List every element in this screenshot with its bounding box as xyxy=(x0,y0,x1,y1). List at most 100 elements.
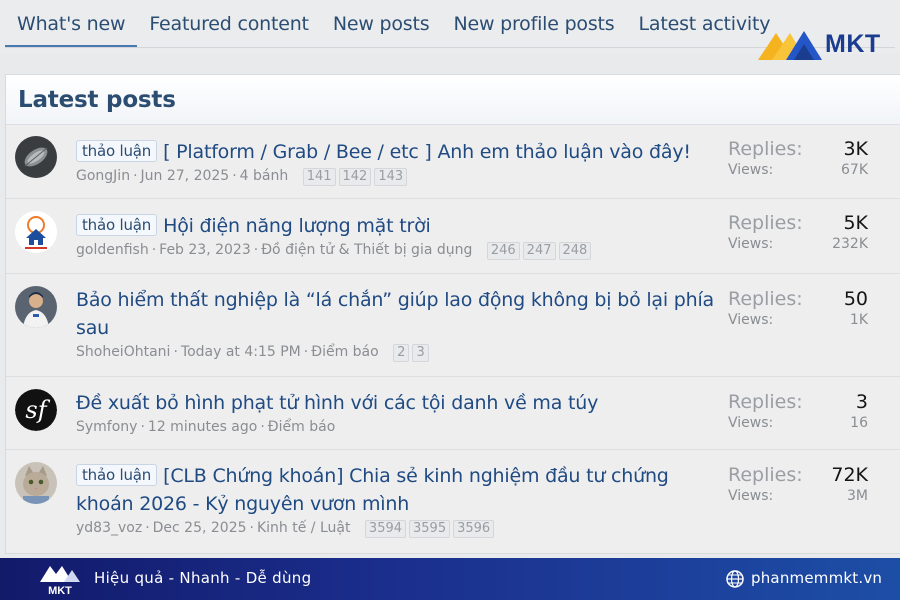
page-link[interactable]: 248 xyxy=(558,242,592,260)
thread-date[interactable]: 12 minutes ago xyxy=(148,419,257,435)
thread-forum[interactable]: Điểm báo xyxy=(311,344,378,360)
meta-separator: · xyxy=(260,419,265,435)
leaf-avatar[interactable] xyxy=(15,136,57,178)
meta-separator: · xyxy=(303,344,309,360)
thread-row: thảo luận [CLB Chứng khoán] Chia sẻ kinh … xyxy=(6,450,900,553)
page-link[interactable]: 3595 xyxy=(409,520,451,538)
footer-logo-text: MKT xyxy=(48,585,72,597)
page-link[interactable]: 142 xyxy=(338,168,372,186)
views-label: Views: xyxy=(728,312,774,328)
thread-stats: Replies: 50 Views: 1K xyxy=(728,288,868,328)
thread-stats: Replies: 3K Views: 67K xyxy=(728,138,868,178)
thread-prefix[interactable]: thảo luận xyxy=(76,214,158,236)
replies-label: Replies: xyxy=(728,212,803,234)
thread-stats: Replies: 3 Views: 16 xyxy=(728,391,868,431)
views-label: Views: xyxy=(728,415,774,431)
mkt-logo-text: MKT xyxy=(825,29,881,58)
replies-count: 50 xyxy=(843,288,868,310)
thread-main: thảo luận Hội điện năng lượng mặt trời go… xyxy=(76,212,716,260)
replies-label: Replies: xyxy=(728,391,803,413)
thread-title-link[interactable]: [CLB Chứng khoán] Chia sẻ kinh nghiệm đầ… xyxy=(76,465,669,515)
thread-prefix[interactable]: thảo luận xyxy=(76,464,158,486)
thread-date[interactable]: Feb 23, 2023 xyxy=(159,242,251,258)
page-link[interactable]: 3596 xyxy=(453,520,495,538)
replies-count: 5K xyxy=(843,212,868,234)
thread-author[interactable]: Symfony xyxy=(76,419,137,435)
mkt-footer-logo-icon: MKT xyxy=(40,566,80,597)
thread-author[interactable]: ShoheiOhtani xyxy=(76,344,170,360)
thread-forum[interactable]: 4 bánh xyxy=(240,168,289,184)
page-link[interactable]: 247 xyxy=(522,242,556,260)
views-label: Views: xyxy=(728,236,774,252)
page-link[interactable]: 143 xyxy=(374,168,408,186)
cat-avatar[interactable] xyxy=(15,462,57,504)
thread-forum[interactable]: Đồ điện tử & Thiết bị gia dụng xyxy=(261,242,472,258)
thread-row: thảo luận[ Platform / Grab / Bee / etc ]… xyxy=(6,125,900,199)
page-link[interactable]: 3 xyxy=(412,344,429,362)
footer-website[interactable]: phanmemmkt.vn xyxy=(751,569,882,587)
thread-stats: Replies: 72K Views: 3M xyxy=(728,464,868,504)
panel-title[interactable]: Latest posts xyxy=(18,87,176,113)
replies-label: Replies: xyxy=(728,138,803,160)
views-label: Views: xyxy=(728,488,774,504)
tabs: What's new Featured content New posts Ne… xyxy=(5,0,782,48)
footer-slogan: Hiệu quả - Nhanh - Dễ dùng xyxy=(94,569,312,587)
thread-stats: Replies: 5K Views: 232K xyxy=(728,212,868,252)
tab-new-posts[interactable]: New posts xyxy=(321,0,442,48)
tab-featured-content[interactable]: Featured content xyxy=(137,0,320,48)
thread-meta: ShoheiOhtani · Today at 4:15 PM · Điểm báo 2… xyxy=(76,344,716,362)
views-count: 1K xyxy=(849,312,868,328)
meta-separator: · xyxy=(133,168,138,184)
page-link[interactable]: 141 xyxy=(302,168,336,186)
thread-title: Đề xuất bỏ hình phạt tử hình với các tội… xyxy=(76,389,716,417)
replies-label: Replies: xyxy=(728,464,803,486)
thread-main: Đề xuất bỏ hình phạt tử hình với các tội… xyxy=(76,389,716,435)
replies-count: 3K xyxy=(843,138,868,160)
views-label: Views: xyxy=(728,162,774,178)
thread-meta: goldenfish · Feb 23, 2023 · Đồ điện tử & Thi… xyxy=(76,242,716,260)
thread-forum[interactable]: Điểm báo xyxy=(268,419,335,435)
globe-icon xyxy=(726,570,744,588)
tab-whats-new[interactable]: What's new xyxy=(5,0,138,48)
replies-count: 3 xyxy=(855,391,868,413)
thread-author[interactable]: goldenfish xyxy=(76,242,149,258)
thread-title: Bảo hiểm thất nghiệp là “lá chắn” giúp l… xyxy=(76,286,716,342)
meta-separator: · xyxy=(249,520,254,536)
meta-separator: · xyxy=(173,344,178,360)
thread-author[interactable]: yd83_voz xyxy=(76,520,142,536)
meta-separator: · xyxy=(151,242,157,258)
thread-row: thảo luận Hội điện năng lượng mặt trời go… xyxy=(6,199,900,274)
thread-pages: 2 3 xyxy=(393,344,429,362)
meta-separator: · xyxy=(145,520,150,536)
thread-prefix[interactable]: thảo luận xyxy=(76,140,158,162)
mkt-logo: MKT xyxy=(756,24,888,64)
thread-title-link[interactable]: Bảo hiểm thất nghiệp là “lá chắn” giúp l… xyxy=(76,289,714,339)
replies-label: Replies: xyxy=(728,288,803,310)
meta-separator: · xyxy=(253,242,259,258)
thread-author[interactable]: GongJin xyxy=(76,168,130,184)
thread-date[interactable]: Today at 4:15 PM xyxy=(181,344,301,360)
thread-forum[interactable]: Kinh tế / Luật xyxy=(257,520,350,536)
page-link[interactable]: 3594 xyxy=(364,520,407,538)
page-link[interactable]: 2 xyxy=(393,344,410,362)
thread-title-link[interactable]: Đề xuất bỏ hình phạt tử hình với các tội… xyxy=(76,392,598,414)
thread-title-link[interactable]: [ Platform / Grab / Bee / etc ] Anh em t… xyxy=(163,141,691,163)
page-link[interactable]: 246 xyxy=(486,242,520,260)
solar-house-avatar[interactable] xyxy=(15,211,57,253)
thread-date[interactable]: Dec 25, 2025 xyxy=(153,520,247,536)
mkt-logo-mark-icon xyxy=(758,31,822,60)
thread-main: Bảo hiểm thất nghiệp là “lá chắn” giúp l… xyxy=(76,286,716,362)
thread-title: thảo luận[ Platform / Grab / Bee / etc ]… xyxy=(76,138,716,166)
thread-pages: 246 247 248 xyxy=(486,242,592,260)
thread-title-link[interactable]: Hội điện năng lượng mặt trời xyxy=(163,215,431,237)
replies-count: 72K xyxy=(831,464,868,486)
panel-header: Latest posts xyxy=(6,75,900,125)
thread-row: Bảo hiểm thất nghiệp là “lá chắn” giúp l… xyxy=(6,274,900,377)
baseball-player-avatar[interactable] xyxy=(15,286,57,328)
tab-new-profile-posts[interactable]: New profile posts xyxy=(441,0,626,48)
views-count: 67K xyxy=(841,162,868,178)
thread-meta: yd83_voz · Dec 25, 2025 · Kinh tế / Luật 359… xyxy=(76,520,716,538)
symfony-logo-avatar[interactable]: sf xyxy=(15,389,57,431)
meta-separator: · xyxy=(232,168,237,184)
thread-date[interactable]: Jun 27, 2025 xyxy=(141,168,230,184)
